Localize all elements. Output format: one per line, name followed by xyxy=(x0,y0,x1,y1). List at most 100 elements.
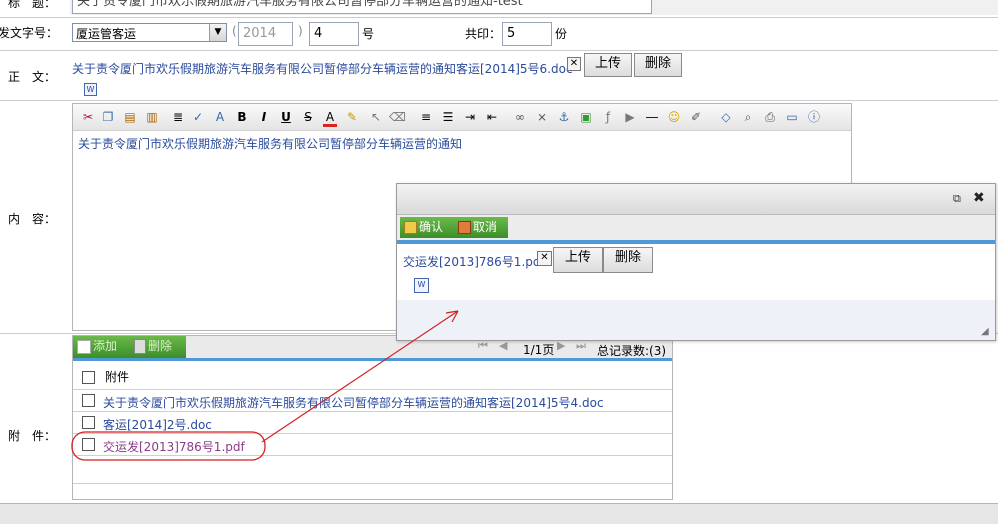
row-divider xyxy=(0,100,998,101)
docno-year-field: 2014 xyxy=(238,22,293,46)
body-upload-button[interactable]: 上传 xyxy=(584,53,632,77)
row-checkbox[interactable] xyxy=(82,394,95,407)
highlight-icon[interactable]: ✎ xyxy=(345,110,359,124)
body-label: 正 文： xyxy=(7,70,56,84)
cut-icon[interactable]: ✂ xyxy=(81,110,95,124)
edit-icon[interactable]: ✐ xyxy=(689,110,703,124)
cancel-icon xyxy=(458,221,471,234)
fullscreen-icon[interactable]: ▭ xyxy=(785,110,799,124)
italic-icon[interactable]: I xyxy=(257,110,271,124)
select-icon[interactable]: ↖ xyxy=(369,110,383,124)
paste-icon[interactable]: ▤ xyxy=(123,110,137,124)
first-page-icon[interactable]: ⏮ xyxy=(478,339,488,353)
body-delete-button[interactable]: 删除 xyxy=(634,53,682,77)
unlink-icon[interactable]: ⨯ xyxy=(535,110,549,124)
table-row: 客运[2014]2号.doc xyxy=(73,412,672,434)
chevron-down-icon[interactable]: ▼ xyxy=(209,24,226,41)
dialog-titlebar: ⧉ ✖ xyxy=(397,184,995,215)
attach-label: 附 件： xyxy=(7,429,56,443)
select-all-checkbox[interactable] xyxy=(82,371,95,384)
copies-field[interactable]: 5 xyxy=(502,22,552,46)
pager-text: 1/1页 xyxy=(523,343,555,357)
remove-file-icon[interactable]: ✕ xyxy=(567,57,581,71)
bottom-bar xyxy=(0,503,998,524)
delete-attachment-button[interactable]: 删除 xyxy=(130,336,186,358)
anchor-icon[interactable]: ⚓ xyxy=(557,110,571,124)
hr-icon[interactable]: ― xyxy=(645,110,659,124)
docno-paren-close: ) xyxy=(298,24,303,38)
editor-body[interactable]: 关于责令厦门市欢乐假期旅游汽车服务有限公司暂停部分车辆运营的通知 xyxy=(78,135,462,152)
docno-select-value: 厦运管客运 xyxy=(76,27,137,41)
attachment-link[interactable]: 客运[2014]2号.doc xyxy=(103,416,212,433)
link-icon[interactable]: ∞ xyxy=(513,110,527,124)
strike-icon[interactable]: S xyxy=(301,110,315,124)
table-header: 附件 xyxy=(73,362,672,390)
maximize-icon[interactable]: ⧉ xyxy=(953,192,961,206)
docno-select[interactable]: 厦运管客运 ▼ xyxy=(72,23,227,42)
row-divider xyxy=(0,50,998,51)
eraser-icon[interactable]: ⌫ xyxy=(389,110,406,124)
cancel-label: 取消 xyxy=(473,220,498,234)
bold-icon[interactable]: B xyxy=(235,110,249,124)
remove-file-icon[interactable]: ✕ xyxy=(537,251,552,266)
close-icon[interactable]: ✖ xyxy=(973,190,985,206)
spellcheck-icon[interactable]: ✓ xyxy=(191,110,205,124)
indent-icon[interactable]: ⇥ xyxy=(463,110,477,124)
emoticon-icon[interactable]: ☺ xyxy=(667,110,681,124)
copies-suffix: 份 xyxy=(555,27,568,41)
copy-icon[interactable]: ❐ xyxy=(101,110,115,124)
list-icon[interactable]: ☰ xyxy=(441,110,455,124)
editor-toolbar: ✂ ❐ ▤ ▥ ≣ ✓ A B I U S A ✎ ↖ ⌫ ≡ ☰ ⇥ ⇤ ∞ … xyxy=(73,104,851,131)
resize-handle-icon[interactable]: ◢ xyxy=(981,326,989,337)
dialog-upload-button[interactable]: 上传 xyxy=(553,247,603,273)
align-left-icon[interactable]: ≡ xyxy=(419,110,433,124)
docno-paren-open: ( xyxy=(232,24,237,38)
copies-label: 共印： xyxy=(465,27,502,41)
table-row-empty xyxy=(73,456,672,484)
total-records: 总记录数:(3) xyxy=(597,344,667,358)
dialog-footer xyxy=(397,300,995,340)
word-doc-icon: W xyxy=(84,83,97,96)
title-label: 标 题： xyxy=(7,0,56,10)
content-label: 内 容： xyxy=(7,212,56,226)
attachment-link[interactable]: 关于责令厦门市欢乐假期旅游汽车服务有限公司暂停部分车辆运营的通知客运[2014]… xyxy=(103,394,604,411)
cancel-button[interactable]: 取消 xyxy=(454,217,508,238)
delete-attachment-label: 删除 xyxy=(148,339,173,353)
dialog-file-link[interactable]: 交运发[2013]786号1.pdf xyxy=(403,253,545,270)
flash-icon[interactable]: ƒ xyxy=(601,110,615,124)
table-row: 关于责令厦门市欢乐假期旅游汽车服务有限公司暂停部分车辆运营的通知客运[2014]… xyxy=(73,390,672,412)
attachment-grid: 添加 删除 ⏮ ◀ 1/1页 ▶ ⏭ 总记录数:(3) 附件 关于责令厦门市欢乐… xyxy=(72,335,673,500)
upload-dialog: ⧉ ✖ 确认 取消 交运发[2013]786号1.pdf ✕ 上传 删除 W ◢ xyxy=(396,183,996,341)
row-divider xyxy=(0,17,998,18)
outdent-icon[interactable]: ⇤ xyxy=(485,110,499,124)
font-color-icon[interactable]: A xyxy=(323,110,337,127)
about-icon[interactable]: ⓘ xyxy=(807,110,821,124)
dialog-toolbar: 确认 取消 xyxy=(397,215,995,244)
last-page-icon[interactable]: ⏭ xyxy=(576,339,586,353)
dialog-delete-button[interactable]: 删除 xyxy=(603,247,653,273)
preview-icon[interactable]: ⌕ xyxy=(741,110,755,124)
confirm-button[interactable]: 确认 xyxy=(400,217,454,238)
title-input[interactable]: 关于责令厦门市欢乐假期旅游汽车服务有限公司暂停部分车辆运营的通知-test xyxy=(72,0,652,14)
media-icon[interactable]: ▶ xyxy=(623,110,637,124)
font-size-icon[interactable]: A xyxy=(213,110,227,124)
paste-text-icon[interactable]: ▥ xyxy=(145,110,159,124)
docno-label: 发文字号： xyxy=(0,26,58,40)
attachment-link[interactable]: 交运发[2013]786号1.pdf xyxy=(103,438,245,455)
word-doc-icon: W xyxy=(414,278,429,293)
format-icon[interactable]: ≣ xyxy=(171,110,185,124)
body-file-link[interactable]: 关于责令厦门市欢乐假期旅游汽车服务有限公司暂停部分车辆运营的通知客运[2014]… xyxy=(72,60,573,77)
row-checkbox[interactable] xyxy=(82,438,95,451)
underline-icon[interactable]: U xyxy=(279,110,293,124)
source-icon[interactable]: ◇ xyxy=(719,110,733,124)
row-checkbox[interactable] xyxy=(82,416,95,429)
docno-number-field[interactable]: 4 xyxy=(309,22,359,46)
table-row: 交运发[2013]786号1.pdf xyxy=(73,434,672,456)
add-file-icon xyxy=(77,339,91,354)
docno-suffix: 号 xyxy=(362,27,375,41)
image-icon[interactable]: ▣ xyxy=(579,110,593,124)
header-attachment: 附件 xyxy=(105,370,130,384)
add-attachment-label: 添加 xyxy=(93,339,118,353)
print-icon[interactable]: ⎙ xyxy=(763,110,777,124)
add-attachment-button[interactable]: 添加 xyxy=(73,336,131,358)
